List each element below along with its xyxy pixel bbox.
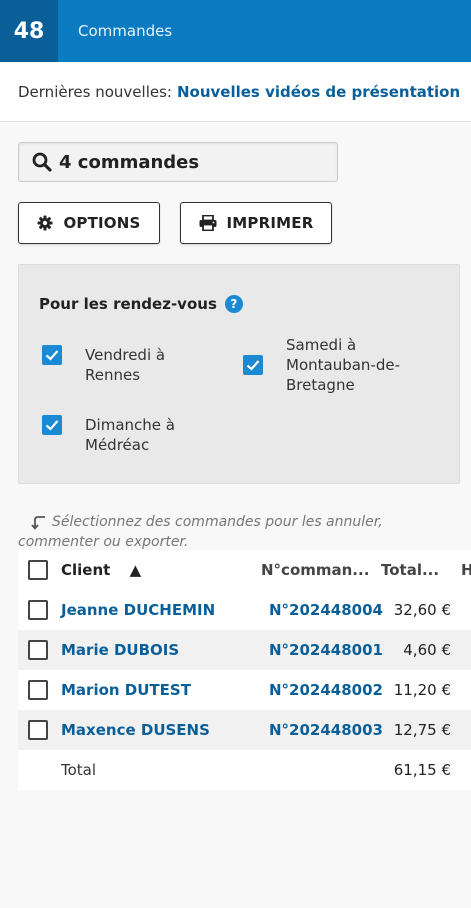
- table-footer-total: Total 61,15 €: [18, 750, 471, 790]
- filters-title: Pour les rendez-vous ?: [39, 295, 243, 313]
- orders-table: Client ▲ N°comman... Total... H Jeanne D…: [18, 550, 471, 790]
- printer-icon: [199, 215, 217, 231]
- table-row[interactable]: Maxence DUSENS N°202448003 12,75 €: [18, 710, 471, 750]
- top-bar: 48 Commandes: [0, 0, 471, 62]
- news-link[interactable]: Nouvelles vidéos de présentation: [177, 83, 460, 101]
- filter-friday-rennes[interactable]: Vendredi à Rennes: [42, 345, 165, 385]
- checkbox-checked[interactable]: [42, 415, 62, 435]
- column-client[interactable]: Client ▲: [61, 561, 141, 579]
- row-checkbox[interactable]: [28, 600, 48, 620]
- news-banner: Dernières nouvelles: Nouvelles vidéos de…: [0, 62, 471, 122]
- filter-saturday-montauban[interactable]: Samedi à Montauban-de- Bretagne: [243, 335, 400, 395]
- client-link[interactable]: Marion DUTEST: [61, 681, 191, 699]
- appointment-filters: Pour les rendez-vous ? Vendredi à Rennes…: [18, 264, 460, 484]
- options-label: OPTIONS: [63, 214, 141, 232]
- print-button[interactable]: IMPRIMER: [180, 202, 332, 244]
- checkbox-checked[interactable]: [42, 345, 62, 365]
- curved-arrow-icon: [31, 516, 45, 530]
- order-count: 4 commandes: [59, 151, 200, 173]
- order-number-link[interactable]: N°202448004: [269, 601, 383, 619]
- row-checkbox[interactable]: [28, 640, 48, 660]
- help-icon[interactable]: ?: [224, 295, 243, 313]
- order-number-link[interactable]: N°202448003: [269, 721, 383, 739]
- order-number-link[interactable]: N°202448001: [269, 641, 383, 659]
- select-all-checkbox[interactable]: [28, 560, 48, 580]
- order-number-link[interactable]: N°202448002: [269, 681, 383, 699]
- order-count-search[interactable]: 4 commandes: [18, 142, 338, 182]
- options-button[interactable]: OPTIONS: [18, 202, 160, 244]
- client-link[interactable]: Marie DUBOIS: [61, 641, 179, 659]
- table-row[interactable]: Marion DUTEST N°202448002 11,20 €: [18, 670, 471, 710]
- filter-label: Dimanche à Médréac: [85, 416, 175, 454]
- check-icon: [45, 350, 59, 361]
- table-row[interactable]: Marie DUBOIS N°202448001 4,60 €: [18, 630, 471, 670]
- page-title: Commandes: [78, 22, 173, 40]
- total-label: Total: [61, 761, 97, 779]
- column-number[interactable]: N°comman...: [261, 561, 369, 579]
- column-total[interactable]: Total...: [381, 561, 439, 579]
- print-label: IMPRIMER: [226, 214, 314, 232]
- check-icon: [45, 420, 59, 431]
- search-icon: [32, 152, 52, 172]
- week-number[interactable]: 48: [0, 0, 58, 62]
- news-prefix: Dernières nouvelles:: [18, 82, 172, 101]
- table-row[interactable]: Jeanne DUCHEMIN N°202448004 32,60 €: [18, 590, 471, 630]
- client-link[interactable]: Jeanne DUCHEMIN: [61, 601, 215, 619]
- filter-label: Vendredi à Rennes: [85, 346, 166, 384]
- row-checkbox[interactable]: [28, 680, 48, 700]
- sort-ascending-icon: ▲: [129, 561, 142, 579]
- table-header: Client ▲ N°comman... Total... H: [18, 550, 471, 590]
- order-total: 12,75 €: [393, 721, 451, 739]
- selection-hint: Sélectionnez des commandes pour les annu…: [18, 514, 383, 550]
- check-icon: [246, 360, 260, 371]
- total-amount: 61,15 €: [393, 761, 451, 779]
- client-link[interactable]: Maxence DUSENS: [61, 721, 210, 739]
- filter-label: Samedi à Montauban-de- Bretagne: [286, 336, 401, 394]
- column-extra[interactable]: H: [461, 561, 471, 579]
- checkbox-checked[interactable]: [243, 355, 263, 375]
- filter-sunday-medreac[interactable]: Dimanche à Médréac: [42, 415, 175, 455]
- gear-icon: [37, 215, 53, 231]
- order-total: 11,20 €: [393, 681, 451, 699]
- order-total: 4,60 €: [403, 641, 451, 659]
- order-total: 32,60 €: [393, 601, 451, 619]
- row-checkbox[interactable]: [28, 720, 48, 740]
